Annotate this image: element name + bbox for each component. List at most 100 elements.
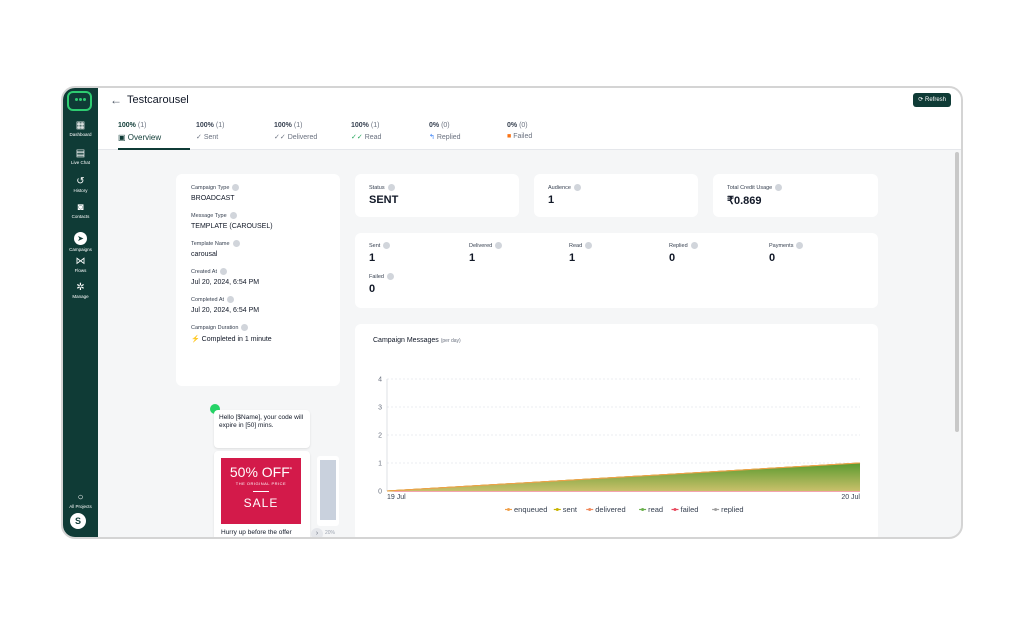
audience-value: 1 bbox=[548, 194, 555, 206]
info-icon[interactable] bbox=[386, 273, 394, 280]
legend-marker-delivered bbox=[588, 508, 592, 511]
x-tick-label: 19 Jul bbox=[387, 494, 406, 501]
tab-overview-icon: ▣ bbox=[118, 133, 126, 142]
info-icon[interactable] bbox=[775, 184, 783, 191]
tab-delivered[interactable]: 100% (1) ✓✓ Delivered bbox=[274, 122, 346, 150]
tab-replied[interactable]: 0% (0) ↰ Replied bbox=[429, 122, 501, 150]
all-projects-icon: ○ bbox=[77, 492, 84, 503]
payments-label: Payments bbox=[769, 242, 794, 249]
sidebar-item-label: Contacts bbox=[71, 214, 90, 219]
info-icon[interactable] bbox=[585, 242, 593, 249]
sidebar-item-manage[interactable]: ✲ Manage bbox=[63, 282, 98, 300]
info-icon[interactable] bbox=[387, 184, 395, 191]
sidebar-item-dashboard[interactable]: ▦ Dashboard bbox=[63, 120, 98, 138]
duration-value: ⚡ Completed in 1 minute bbox=[191, 336, 272, 343]
info-icon[interactable] bbox=[227, 296, 235, 303]
message-preview: Hello [$Name], your code will expire in … bbox=[210, 404, 340, 537]
tab-label: Delivered bbox=[287, 134, 318, 141]
sidebar-item-live-chat[interactable]: ▤ Live Chat bbox=[63, 148, 98, 166]
campaign-type-label: Campaign Type bbox=[191, 184, 230, 191]
sale-banner-image: 50% OFF* THE ORIGINAL PRICE SALE bbox=[221, 458, 301, 524]
legend-marker-sent bbox=[555, 508, 559, 511]
tab-read[interactable]: 100% (1) ✓✓ Read bbox=[351, 122, 423, 150]
message-type-value: TEMPLATE (CAROUSEL) bbox=[191, 223, 273, 230]
sidebar: ▦ Dashboard ▤ Live Chat ↺ History ◙ Contacts ➤ Ca… bbox=[63, 88, 98, 537]
audience-card: Audience 1 bbox=[534, 174, 698, 217]
user-avatar[interactable]: S bbox=[70, 513, 86, 529]
replied-value: 0 bbox=[669, 252, 676, 264]
all-projects-label: All Projects bbox=[69, 504, 92, 509]
info-icon[interactable] bbox=[690, 242, 698, 249]
logo-icon[interactable] bbox=[67, 91, 92, 111]
tab-count: (1) bbox=[215, 122, 225, 129]
all-projects-nav[interactable]: ○ All Projects bbox=[63, 492, 98, 510]
sidebar-item-flows[interactable]: ⋈ Flows bbox=[63, 256, 98, 274]
back-arrow-icon[interactable]: ← bbox=[110, 93, 122, 107]
sidebar-item-contacts[interactable]: ◙ Contacts bbox=[63, 202, 98, 220]
failed-label: Failed bbox=[369, 273, 384, 280]
tab-count: (0) bbox=[441, 122, 450, 129]
info-icon[interactable] bbox=[241, 324, 249, 331]
x-tick-label: 20 Jul bbox=[841, 494, 860, 501]
template-name-label: Template Name bbox=[191, 240, 230, 247]
sidebar-item-label: Manage bbox=[72, 294, 89, 299]
tab-percent: 100% bbox=[118, 122, 136, 129]
legend-marker-enqueued bbox=[507, 508, 510, 511]
legend-marker-failed bbox=[673, 508, 677, 511]
tab-label: Replied bbox=[436, 134, 461, 141]
campaign-details-card: Campaign Type BROADCAST Message Type TEMPL… bbox=[176, 174, 340, 386]
legend-marker-replied bbox=[714, 508, 718, 511]
sidebar-item-campaigns[interactable]: ➤ Campaigns bbox=[63, 228, 98, 253]
info-icon[interactable] bbox=[232, 240, 240, 247]
sent-label: Sent bbox=[369, 242, 381, 249]
flows-icon: ⋈ bbox=[75, 256, 86, 267]
tab-sent[interactable]: 100% (1) ✓ Sent bbox=[196, 122, 268, 150]
tab-replied-icon: ↰ bbox=[429, 134, 435, 141]
y-tick-label: 3 bbox=[378, 405, 382, 412]
legend-label-sent: sent bbox=[563, 505, 578, 514]
carousel-card: 50% OFF* THE ORIGINAL PRICE SALE Hurry u… bbox=[214, 451, 310, 537]
legend-label-delivered: delivered bbox=[595, 505, 625, 514]
sidebar-item-history[interactable]: ↺ History bbox=[63, 176, 98, 194]
sent-value: 1 bbox=[369, 252, 376, 264]
failed-value: 0 bbox=[369, 283, 376, 295]
page-title: Testcarousel bbox=[127, 94, 189, 106]
stats-card: Sent 1 Delivered 1 Read 1 Replied 0 Payments… bbox=[355, 233, 878, 308]
status-card: Status SENT bbox=[355, 174, 519, 217]
message-bubble: Hello [$Name], your code will expire in … bbox=[214, 410, 310, 448]
info-icon[interactable] bbox=[232, 184, 240, 191]
info-icon[interactable] bbox=[573, 184, 581, 191]
page-header: ← Testcarousel ⟳ Refresh 100% (1) ▣ Overv… bbox=[98, 88, 961, 150]
y-tick-label: 0 bbox=[378, 489, 382, 496]
chart-card: Campaign Messages (per day) 0 1 2 3 4 19 Jul 2… bbox=[355, 324, 878, 537]
tab-failed[interactable]: 0% (0) ■ Failed bbox=[507, 122, 579, 150]
tab-count: (1) bbox=[137, 122, 147, 129]
campaigns-icon: ➤ bbox=[74, 232, 87, 245]
tab-percent: 100% bbox=[351, 122, 369, 129]
status-label: Status bbox=[369, 184, 385, 191]
info-icon[interactable] bbox=[383, 242, 391, 249]
carousel-next-button[interactable]: › bbox=[311, 528, 323, 537]
carousel-body-text: Hurry up before the offer bbox=[221, 529, 292, 536]
legend-label-replied: replied bbox=[721, 505, 744, 514]
info-icon[interactable] bbox=[220, 268, 227, 275]
y-tick-label: 1 bbox=[378, 461, 382, 468]
refresh-button[interactable]: ⟳ Refresh bbox=[913, 93, 951, 107]
legend-label-failed: failed bbox=[681, 505, 699, 514]
sidebar-item-label: Campaigns bbox=[69, 247, 92, 252]
tab-label: Overview bbox=[127, 133, 162, 142]
credit-card: Total Credit Usage ₹0.869 bbox=[713, 174, 878, 217]
info-icon[interactable] bbox=[495, 242, 503, 249]
campaign-type-value: BROADCAST bbox=[191, 195, 235, 202]
info-icon[interactable] bbox=[229, 212, 237, 219]
tab-overview[interactable]: 100% (1) ▣ Overview bbox=[118, 122, 190, 150]
status-value: SENT bbox=[369, 194, 399, 206]
created-at-label: Created At bbox=[191, 268, 217, 275]
scrollbar[interactable] bbox=[955, 152, 959, 432]
app-window: ▦ Dashboard ▤ Live Chat ↺ History ◙ Contacts ➤ Ca… bbox=[61, 86, 963, 539]
tab-count: (1) bbox=[293, 122, 303, 129]
manage-icon: ✲ bbox=[76, 282, 85, 293]
info-icon[interactable] bbox=[796, 242, 804, 249]
y-tick-label: 4 bbox=[378, 377, 382, 384]
tab-percent: 0% bbox=[507, 122, 518, 129]
